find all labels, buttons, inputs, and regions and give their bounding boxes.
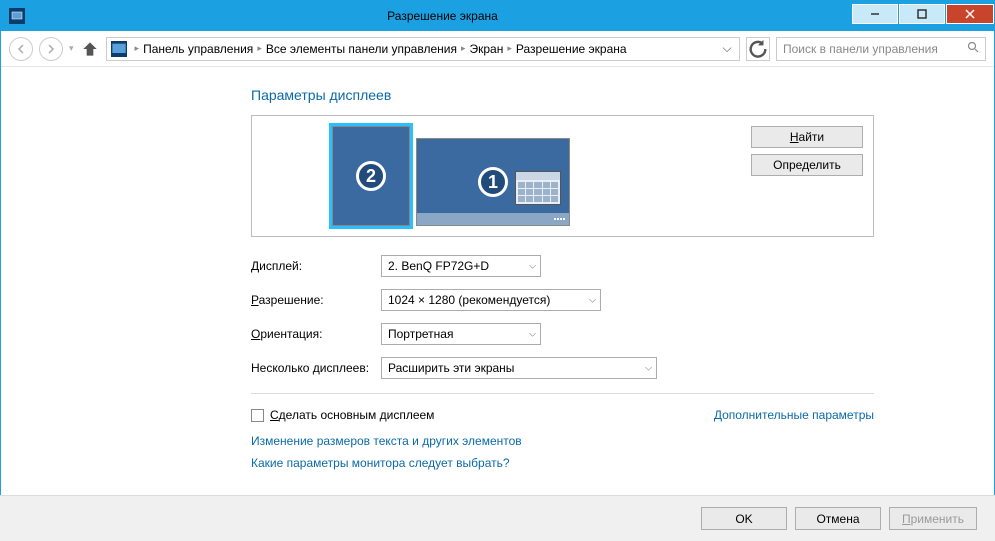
monitor-preview: 2 1 Найти Определить — [251, 115, 874, 237]
display-combo[interactable]: 2. BenQ FP72G+D ⌵ — [381, 255, 541, 277]
button-bar: OK Отмена Применить — [0, 495, 995, 541]
search-placeholder: Поиск в панели управления — [783, 42, 967, 56]
display-value: 2. BenQ FP72G+D — [388, 259, 489, 273]
monitor-1[interactable]: 1 — [416, 138, 570, 226]
breadcrumb-item[interactable]: Экран — [470, 42, 504, 56]
help-link[interactable]: Какие параметры монитора следует выбрать… — [251, 456, 874, 470]
multiple-displays-label: Несколько дисплеев: — [251, 361, 381, 375]
content: Параметры дисплеев 2 1 Найти Определить … — [1, 67, 994, 470]
control-panel-icon — [111, 41, 127, 57]
resolution-value: 1024 × 1280 (рекомендуется) — [388, 293, 550, 307]
orientation-label: Ориентация: — [251, 327, 381, 341]
forward-button[interactable] — [39, 37, 63, 61]
chevron-down-icon: ⌵ — [645, 363, 652, 374]
orientation-value: Портретная — [388, 327, 453, 341]
chevron-right-icon: ▸ — [461, 43, 466, 54]
maximize-button[interactable] — [899, 4, 945, 24]
monitor-2[interactable]: 2 — [332, 126, 410, 226]
chevron-right-icon: ▸ — [257, 43, 262, 54]
preview-taskbar-icon — [417, 213, 569, 225]
chevron-right-icon: ▸ — [135, 43, 140, 54]
text-size-link[interactable]: Изменение размеров текста и других элеме… — [251, 434, 874, 448]
make-primary-checkbox[interactable] — [251, 409, 264, 422]
chevron-right-icon: ▸ — [507, 43, 512, 54]
refresh-button[interactable] — [746, 37, 770, 61]
back-button[interactable] — [9, 37, 33, 61]
history-dropdown-icon[interactable]: ▾ — [69, 43, 74, 54]
make-primary-label: Сделать основным дисплеем — [270, 408, 434, 422]
identify-button[interactable]: Определить — [751, 154, 863, 176]
chevron-down-icon: ⌵ — [589, 295, 596, 306]
monitor-badge: 2 — [356, 161, 386, 191]
chevron-down-icon: ⌵ — [529, 261, 536, 272]
multiple-displays-combo[interactable]: Расширить эти экраны ⌵ — [381, 357, 657, 379]
page-heading: Параметры дисплеев — [251, 87, 874, 103]
ok-button[interactable]: OK — [701, 507, 787, 530]
advanced-settings-link[interactable]: Дополнительные параметры — [714, 408, 874, 422]
multiple-displays-value: Расширить эти экраны — [388, 361, 514, 375]
resolution-label: Разрешение: — [251, 293, 381, 307]
titlebar: Разрешение экрана — [1, 1, 994, 31]
app-icon — [9, 8, 25, 24]
resolution-combo[interactable]: 1024 × 1280 (рекомендуется) ⌵ — [381, 289, 601, 311]
display-label: Дисплей: — [251, 259, 381, 273]
monitor-badge: 1 — [478, 167, 508, 197]
orientation-combo[interactable]: Портретная ⌵ — [381, 323, 541, 345]
breadcrumb-dropdown-icon[interactable]: ⌵ — [719, 41, 735, 56]
breadcrumb-item[interactable]: Панель управления — [143, 42, 253, 56]
preview-window-icon — [515, 171, 561, 205]
search-icon — [967, 41, 979, 56]
breadcrumb-item[interactable]: Разрешение экрана — [516, 42, 627, 56]
chevron-down-icon: ⌵ — [529, 329, 536, 340]
close-button[interactable] — [946, 4, 994, 24]
find-button[interactable]: Найти — [751, 126, 863, 148]
minimize-button[interactable] — [852, 4, 898, 24]
breadcrumb-item[interactable]: Все элементы панели управления — [266, 42, 457, 56]
apply-button[interactable]: Применить — [889, 507, 977, 530]
navbar: ▾ ▸ Панель управления ▸ Все элементы пан… — [1, 31, 994, 67]
search-input[interactable]: Поиск в панели управления — [776, 37, 986, 61]
breadcrumb[interactable]: ▸ Панель управления ▸ Все элементы панел… — [106, 37, 740, 61]
cancel-button[interactable]: Отмена — [795, 507, 881, 530]
up-button[interactable] — [80, 39, 100, 59]
window-title: Разрешение экрана — [33, 9, 852, 23]
